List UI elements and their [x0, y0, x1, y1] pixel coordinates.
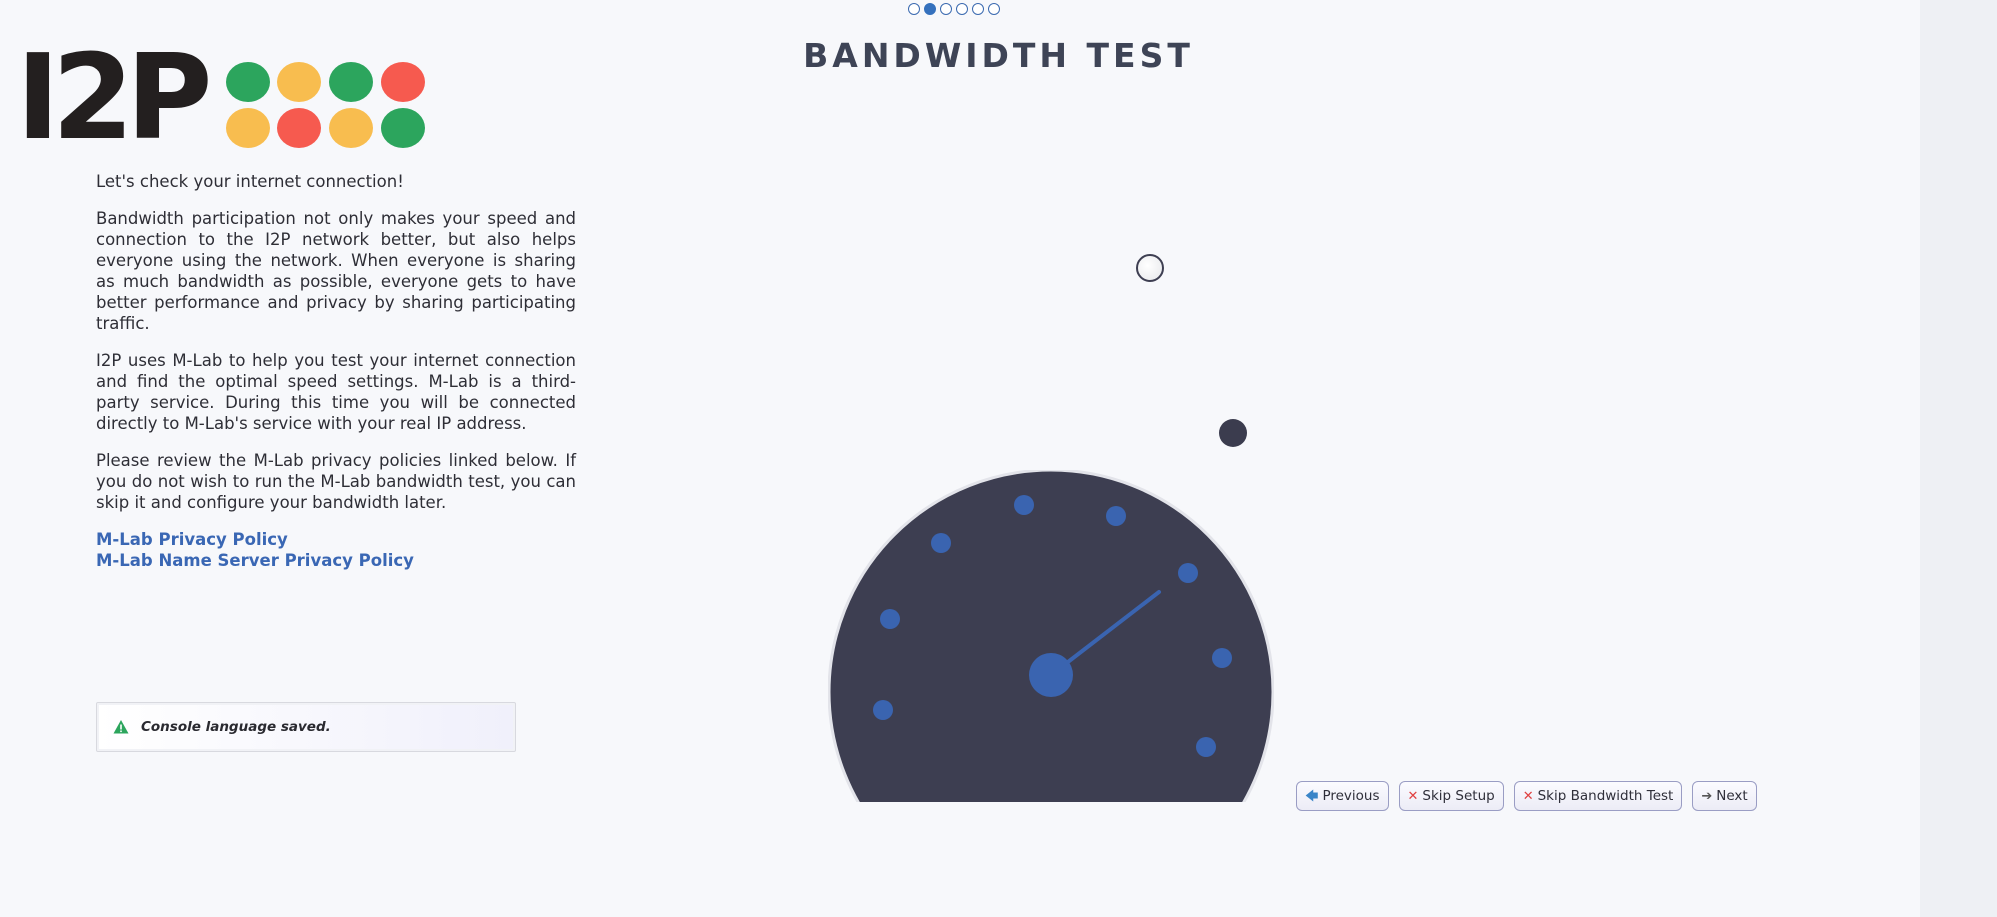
logo-dot	[277, 62, 321, 102]
gauge-tick	[1212, 648, 1232, 668]
gauge-tick	[1196, 737, 1216, 757]
logo-dot	[329, 62, 373, 102]
logo-dot	[226, 108, 270, 148]
skip-setup-label: Skip Setup	[1422, 788, 1495, 804]
step-dot-active	[924, 3, 936, 15]
wizard-navigation: 🡄 Previous ✕ Skip Setup ✕ Skip Bandwidth…	[1296, 781, 1757, 811]
i2p-logo: I2P	[16, 38, 425, 158]
gauge-tick	[931, 533, 951, 553]
logo-dot	[329, 108, 373, 148]
arrow-right-icon: ➔	[1701, 788, 1713, 804]
status-notice: Console language saved.	[96, 702, 516, 752]
logo-wordmark: I2P	[16, 28, 212, 166]
gauge-tick	[1106, 506, 1126, 526]
previous-button[interactable]: 🡄 Previous	[1296, 781, 1389, 811]
close-icon: ✕	[1522, 788, 1534, 804]
window-gutter	[1920, 0, 1997, 917]
mlab-nameserver-privacy-link[interactable]: M-Lab Name Server Privacy Policy	[96, 550, 576, 571]
gauge-tick	[1014, 495, 1034, 515]
wizard-step-indicator	[908, 3, 1000, 15]
intro-content: Let's check your internet connection! Ba…	[96, 171, 576, 571]
skip-bandwidth-label: Skip Bandwidth Test	[1537, 788, 1674, 804]
step-dot	[956, 3, 968, 15]
step-dot	[988, 3, 1000, 15]
gauge-face	[828, 470, 1274, 802]
mlab-paragraph: I2P uses M-Lab to help you test your int…	[96, 351, 576, 433]
loader-circle-outline	[1136, 254, 1164, 282]
warning-triangle-icon	[113, 720, 129, 734]
bandwidth-paragraph: Bandwidth participation not only makes y…	[96, 209, 576, 333]
previous-label: Previous	[1322, 788, 1380, 804]
step-dot	[908, 3, 920, 15]
logo-dot	[226, 62, 270, 102]
speed-gauge	[828, 470, 1274, 802]
next-button[interactable]: ➔ Next	[1692, 781, 1757, 811]
notice-text: Console language saved.	[141, 719, 331, 735]
gauge-tick	[873, 700, 893, 720]
logo-dot	[277, 108, 321, 148]
skip-setup-button[interactable]: ✕ Skip Setup	[1398, 781, 1504, 811]
logo-dot	[381, 108, 425, 148]
arrow-left-icon: 🡄	[1305, 788, 1319, 804]
gauge-tick	[880, 609, 900, 629]
loader-circle-solid	[1219, 419, 1247, 447]
privacy-paragraph: Please review the M-Lab privacy policies…	[96, 451, 576, 512]
step-dot	[940, 3, 952, 15]
next-label: Next	[1716, 788, 1748, 804]
gauge-hub	[1029, 653, 1073, 697]
skip-bandwidth-test-button[interactable]: ✕ Skip Bandwidth Test	[1513, 781, 1683, 811]
step-dot	[972, 3, 984, 15]
gauge-tick	[1178, 563, 1198, 583]
intro-heading: Let's check your internet connection!	[96, 172, 404, 191]
mlab-privacy-link[interactable]: M-Lab Privacy Policy	[96, 529, 576, 550]
logo-dot	[381, 62, 425, 102]
close-icon: ✕	[1407, 788, 1419, 804]
